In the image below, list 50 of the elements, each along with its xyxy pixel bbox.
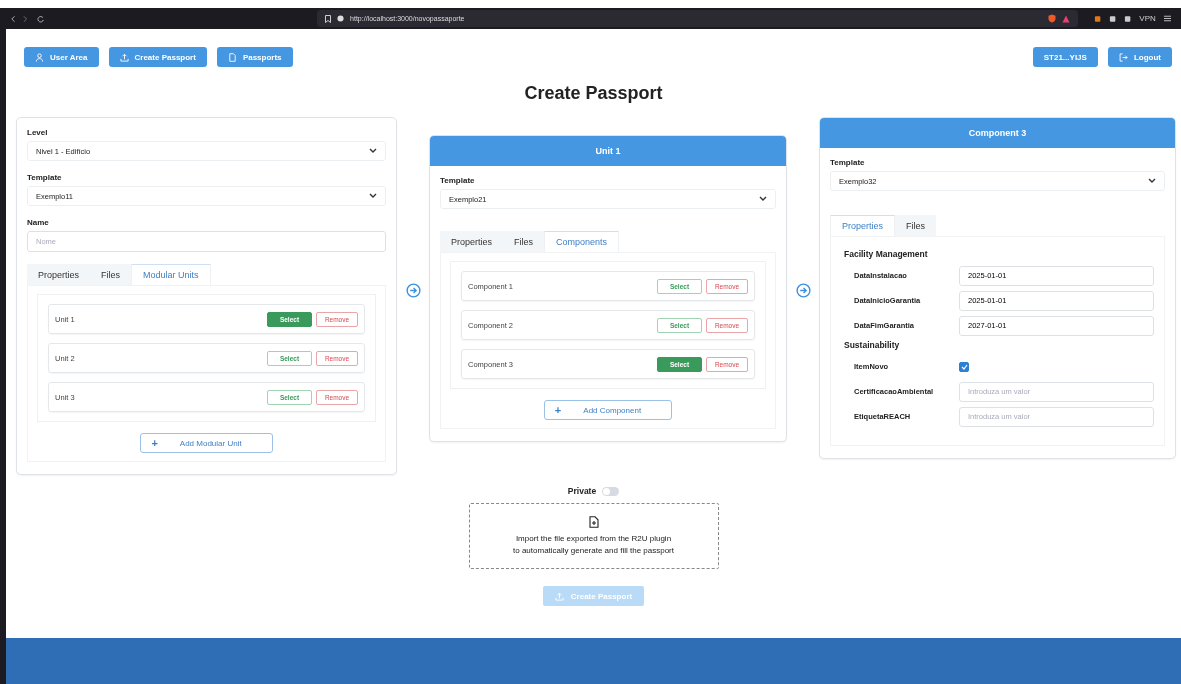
user-icon: [35, 52, 44, 62]
add-button[interactable]: + Add Component: [543, 400, 673, 420]
tab[interactable]: Modular Units: [131, 264, 211, 285]
add-button[interactable]: + Add Modular Unit: [140, 433, 273, 453]
vpn-label[interactable]: VPN: [1139, 14, 1156, 23]
field-label: Template: [440, 176, 476, 185]
toggle-switch[interactable]: [602, 486, 620, 496]
menu-icon[interactable]: [1163, 15, 1172, 22]
tab[interactable]: Properties: [440, 231, 504, 252]
tab[interactable]: Properties: [830, 215, 896, 236]
arrow-right-circle-icon[interactable]: [405, 283, 421, 298]
section-title: Facility Management: [844, 249, 929, 259]
bookmark-icon[interactable]: [325, 14, 332, 23]
chevron-down-icon: [369, 148, 377, 154]
nav-button[interactable]: Logout: [1107, 47, 1172, 67]
tab[interactable]: Properties: [27, 264, 91, 285]
back-icon[interactable]: [10, 14, 16, 23]
page-title: Create Passport: [523, 82, 664, 104]
chevron-down-icon: [759, 196, 767, 202]
file-drop-zone[interactable]: Import the file exported from the R2U plugin to automatically generate and fill the passport: [468, 503, 719, 569]
file-icon: [227, 52, 237, 62]
upload-icon: [119, 52, 129, 62]
section-title: Sustainability: [844, 340, 901, 350]
reload-icon[interactable]: [36, 14, 45, 23]
arrow-right-circle-icon[interactable]: [795, 283, 811, 298]
import-instructions: Import the file exported from the R2U plugin to automatically generate and fill the passport: [513, 532, 674, 557]
info-icon: [337, 15, 345, 22]
triangle-icon[interactable]: [1061, 14, 1070, 23]
private-label: Private: [567, 486, 597, 496]
field-label: Name: [27, 218, 50, 227]
field-label: Template: [27, 173, 63, 182]
nav-button[interactable]: User Area: [24, 47, 99, 67]
shield-icon[interactable]: [1047, 14, 1056, 23]
tab[interactable]: Components: [544, 231, 620, 252]
field-label: Level: [27, 128, 49, 137]
nav-button[interactable]: ST21...YIJS: [1032, 47, 1098, 67]
logout-icon: [1118, 52, 1128, 62]
nav-button[interactable]: Passports: [216, 47, 293, 67]
chevron-down-icon: [1148, 178, 1156, 184]
card-header: Unit 1: [430, 136, 786, 166]
nav-button[interactable]: Create Passport: [108, 47, 207, 67]
checkbox[interactable]: [959, 361, 969, 372]
chevron-down-icon: [369, 193, 377, 199]
card-header: Component 3: [820, 118, 1175, 148]
tab[interactable]: Files: [90, 264, 132, 285]
upload-icon: [554, 591, 564, 601]
file-plus-icon: [588, 515, 599, 528]
field-label: Template: [830, 158, 866, 167]
tab[interactable]: Files: [503, 231, 545, 252]
tab[interactable]: Files: [895, 215, 937, 236]
